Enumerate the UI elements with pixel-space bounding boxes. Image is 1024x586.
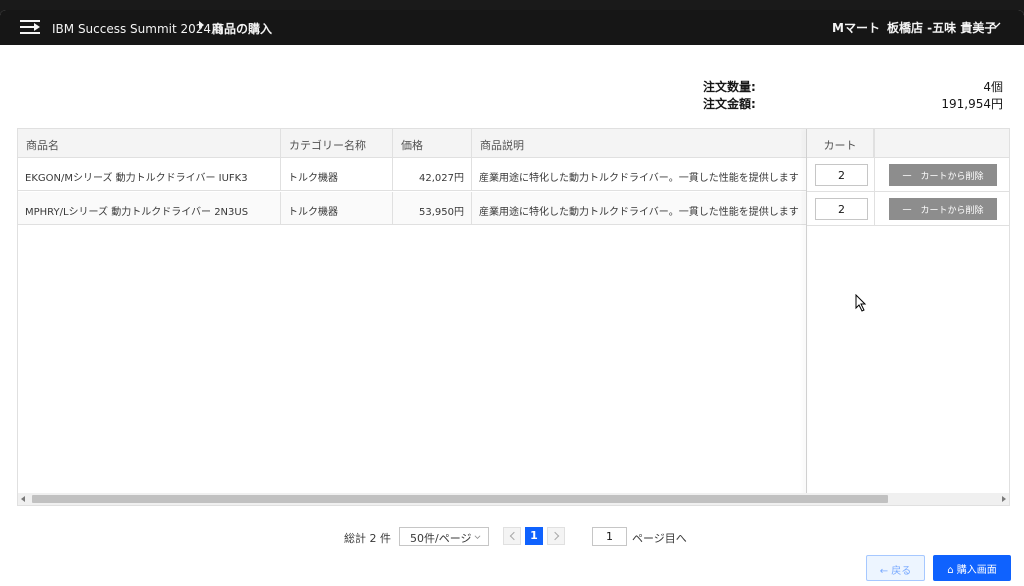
category-cell: トルク機器: [281, 192, 393, 225]
mouse-cursor-icon: [855, 294, 867, 312]
row-divider: [807, 191, 1009, 192]
chevron-right-icon: [550, 531, 560, 541]
product-name-cell: MPHRY/Lシリーズ 動力トルクドライバー 2N3US: [18, 192, 281, 225]
previous-page-button[interactable]: [503, 527, 521, 545]
price-cell: 42,027円: [393, 158, 472, 191]
total-count: 総計 2 件: [344, 532, 391, 545]
items-per-page-select[interactable]: 50件/ページ: [399, 527, 489, 546]
column-header-product-name[interactable]: 商品名: [18, 129, 281, 158]
column-header-category[interactable]: カテゴリー名称: [281, 129, 393, 158]
order-quantity-value: 4個: [983, 80, 1003, 94]
column-header-description[interactable]: 商品説明: [472, 129, 807, 158]
column-header-price[interactable]: 価格: [393, 129, 472, 158]
goto-page-input[interactable]: 1: [592, 527, 627, 546]
column-header-cart[interactable]: カート: [807, 129, 874, 158]
horizontal-scrollbar[interactable]: [18, 493, 1009, 505]
order-quantity-label: 注文数量:: [703, 80, 756, 94]
back-button[interactable]: ← 戻る: [866, 555, 925, 581]
row-divider: [807, 225, 1009, 226]
remove-from-cart-button[interactable]: 一 カートから削除: [889, 198, 997, 220]
app-name-link[interactable]: IBM Success Summit 2024用: [52, 20, 223, 37]
scroll-left-icon[interactable]: [21, 496, 25, 502]
order-amount-value: 191,954円: [941, 97, 1003, 111]
store-name: Mマート: [832, 21, 880, 35]
quantity-input[interactable]: 2: [815, 164, 868, 186]
order-amount-label: 注文金額:: [703, 97, 756, 111]
column-header-actions: [874, 129, 1009, 158]
chevron-down-icon: [474, 535, 481, 539]
breadcrumb-separator-icon: [199, 21, 204, 29]
page-title: 商品の購入: [212, 22, 273, 36]
pinned-divider: [806, 129, 807, 505]
user-menu[interactable]: 板橋店 -五味 貴美子: [887, 19, 996, 36]
remove-from-cart-button[interactable]: 一 カートから削除: [889, 164, 997, 186]
menu-icon[interactable]: [20, 19, 40, 35]
category-cell: トルク機器: [281, 158, 393, 191]
cart-table: 商品名 カテゴリー名称 価格 商品説明 EKGON/Mシリーズ 動力トルクドライ…: [17, 128, 1010, 506]
product-name-cell: EKGON/Mシリーズ 動力トルクドライバー IUFK3: [18, 158, 281, 191]
scroll-right-icon[interactable]: [1002, 496, 1006, 502]
current-page-button[interactable]: 1: [525, 527, 543, 545]
app-window: IBM Success Summit 2024用 商品の購入 Mマート 板橋店 …: [0, 10, 1024, 586]
top-navigation-bar: IBM Success Summit 2024用 商品の購入 Mマート 板橋店 …: [0, 10, 1024, 45]
price-cell: 53,950円: [393, 192, 472, 225]
scrollbar-thumb[interactable]: [32, 495, 888, 503]
quantity-input[interactable]: 2: [815, 198, 868, 220]
chevron-left-icon: [509, 531, 519, 541]
next-page-button[interactable]: [547, 527, 565, 545]
chevron-down-icon[interactable]: [991, 21, 1001, 29]
description-cell: 産業用途に特化した動力トルクドライバー。一貫した性能を提供します: [472, 192, 807, 225]
goto-page-label: ページ目へ: [632, 532, 687, 545]
items-per-page-value: 50件/ページ: [410, 532, 472, 545]
column-divider: [874, 129, 875, 226]
description-cell: 産業用途に特化した動力トルクドライバー。一貫した性能を提供します: [472, 158, 807, 191]
purchase-screen-button[interactable]: ⌂ 購入画面: [933, 555, 1011, 581]
